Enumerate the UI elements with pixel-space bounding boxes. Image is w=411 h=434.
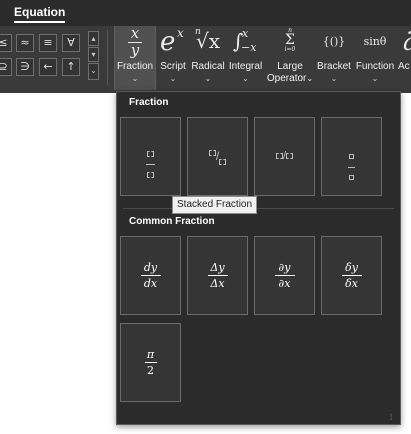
- symbols-scroll-down-icon[interactable]: ▾: [88, 47, 99, 62]
- resize-grip-icon[interactable]: ⁞: [390, 414, 398, 422]
- large-operator-label-line1: Large: [277, 61, 303, 72]
- symbol-leq[interactable]: ≤: [0, 34, 12, 52]
- function-label: Function: [355, 61, 395, 72]
- script-button[interactable]: e x Script ⌄: [157, 26, 189, 90]
- symbol-contains[interactable]: ∋: [16, 58, 34, 76]
- script-label: Script: [160, 61, 186, 72]
- script-icon: e x: [160, 26, 184, 57]
- tooltip: Stacked Fraction: [172, 196, 258, 214]
- radical-button[interactable]: n √x Radical ⌄: [189, 26, 227, 90]
- symbol-equiv[interactable]: ≡: [39, 34, 57, 52]
- fraction-icon: x y: [115, 26, 155, 60]
- fraction-dropdown: Fraction / / Common Fraction dy dx Δy Δx…: [116, 91, 401, 425]
- common-fraction-delta-y-delta-x[interactable]: Δy Δx: [187, 236, 248, 315]
- symbol-superset[interactable]: ⊇: [0, 58, 12, 76]
- radical-label: Radical: [191, 61, 225, 72]
- chevron-down-icon: ⌄: [131, 74, 139, 83]
- integral-button[interactable]: ∫ x −x Integral ⌄: [227, 26, 264, 90]
- integral-icon: ∫ x −x: [233, 27, 257, 54]
- chevron-down-icon: ⌄: [306, 74, 314, 83]
- fraction-label: Fraction: [116, 61, 154, 72]
- chevron-down-icon: ⌄: [169, 74, 177, 83]
- large-operator-icon: n Σ i=0: [284, 27, 296, 53]
- bracket-label: Bracket: [317, 61, 351, 72]
- function-icon: sinθ: [363, 35, 387, 48]
- stacked-fraction-icon: [121, 145, 180, 184]
- chevron-down-icon: ⌄: [371, 74, 379, 83]
- ribbon-separator: [107, 30, 108, 85]
- stacked-fraction-tile[interactable]: [120, 117, 181, 196]
- symbol-left-arrow[interactable]: ←: [39, 58, 57, 76]
- symbols-scroll-up-icon[interactable]: ▴: [88, 31, 99, 46]
- small-fraction-icon: [322, 148, 381, 187]
- linear-fraction-tile[interactable]: /: [254, 117, 315, 196]
- symbol-up-arrow[interactable]: ↑: [62, 58, 80, 76]
- skewed-fraction-tile[interactable]: /: [187, 117, 248, 196]
- common-fraction-partial-y-partial-x[interactable]: ∂y ∂x: [254, 236, 315, 315]
- tab-equation[interactable]: Equation: [14, 5, 66, 23]
- chevron-down-icon: ⌄: [204, 74, 212, 83]
- large-operator-button[interactable]: n Σ i=0 Large Operator⌄: [266, 26, 314, 90]
- fraction-button[interactable]: x y Fraction ⌄: [114, 26, 156, 90]
- section-divider: [123, 208, 394, 209]
- symbol-approx[interactable]: ≈: [16, 34, 34, 52]
- chevron-down-icon: ⌄: [242, 74, 249, 83]
- integral-label: Integral: [228, 61, 263, 72]
- bracket-icon: {()}: [322, 35, 346, 48]
- section-title-fraction: Fraction: [129, 97, 169, 108]
- large-operator-label-line2: Operator⌄: [266, 73, 314, 84]
- symbols-more-icon[interactable]: ⌄: [88, 63, 99, 80]
- common-fraction-small-delta-y-small-delta-x[interactable]: δy δx: [321, 236, 382, 315]
- chevron-down-icon: ⌄: [330, 74, 338, 83]
- common-fraction-dy-dx[interactable]: dy dx: [120, 236, 181, 315]
- skewed-fraction-icon: /: [188, 149, 247, 165]
- ribbon-tab-bar: Equation: [0, 0, 411, 24]
- symbol-forall[interactable]: ∀: [62, 34, 80, 52]
- radical-icon: n √x: [195, 27, 221, 54]
- common-fraction-pi-over-2[interactable]: π 2: [120, 323, 181, 402]
- small-fraction-tile[interactable]: [321, 117, 382, 196]
- function-button[interactable]: sinθ Function ⌄: [354, 26, 396, 90]
- ribbon: Equation ≤ ≈ ≡ ∀ ⊇ ∋ ← ↑ ▴ ▾ ⌄ x y Fract…: [0, 0, 411, 93]
- equation-editor-window: Equation ≤ ≈ ≡ ∀ ⊇ ∋ ← ↑ ▴ ▾ ⌄ x y Fract…: [0, 0, 411, 434]
- accent-label: Ac: [398, 61, 410, 72]
- section-title-common-fraction: Common Fraction: [129, 216, 215, 227]
- accent-button[interactable]: ä Ac: [397, 26, 411, 90]
- linear-fraction-icon: /: [255, 149, 314, 163]
- accent-icon: ä: [397, 26, 411, 60]
- bracket-button[interactable]: {()} Bracket ⌄: [315, 26, 353, 90]
